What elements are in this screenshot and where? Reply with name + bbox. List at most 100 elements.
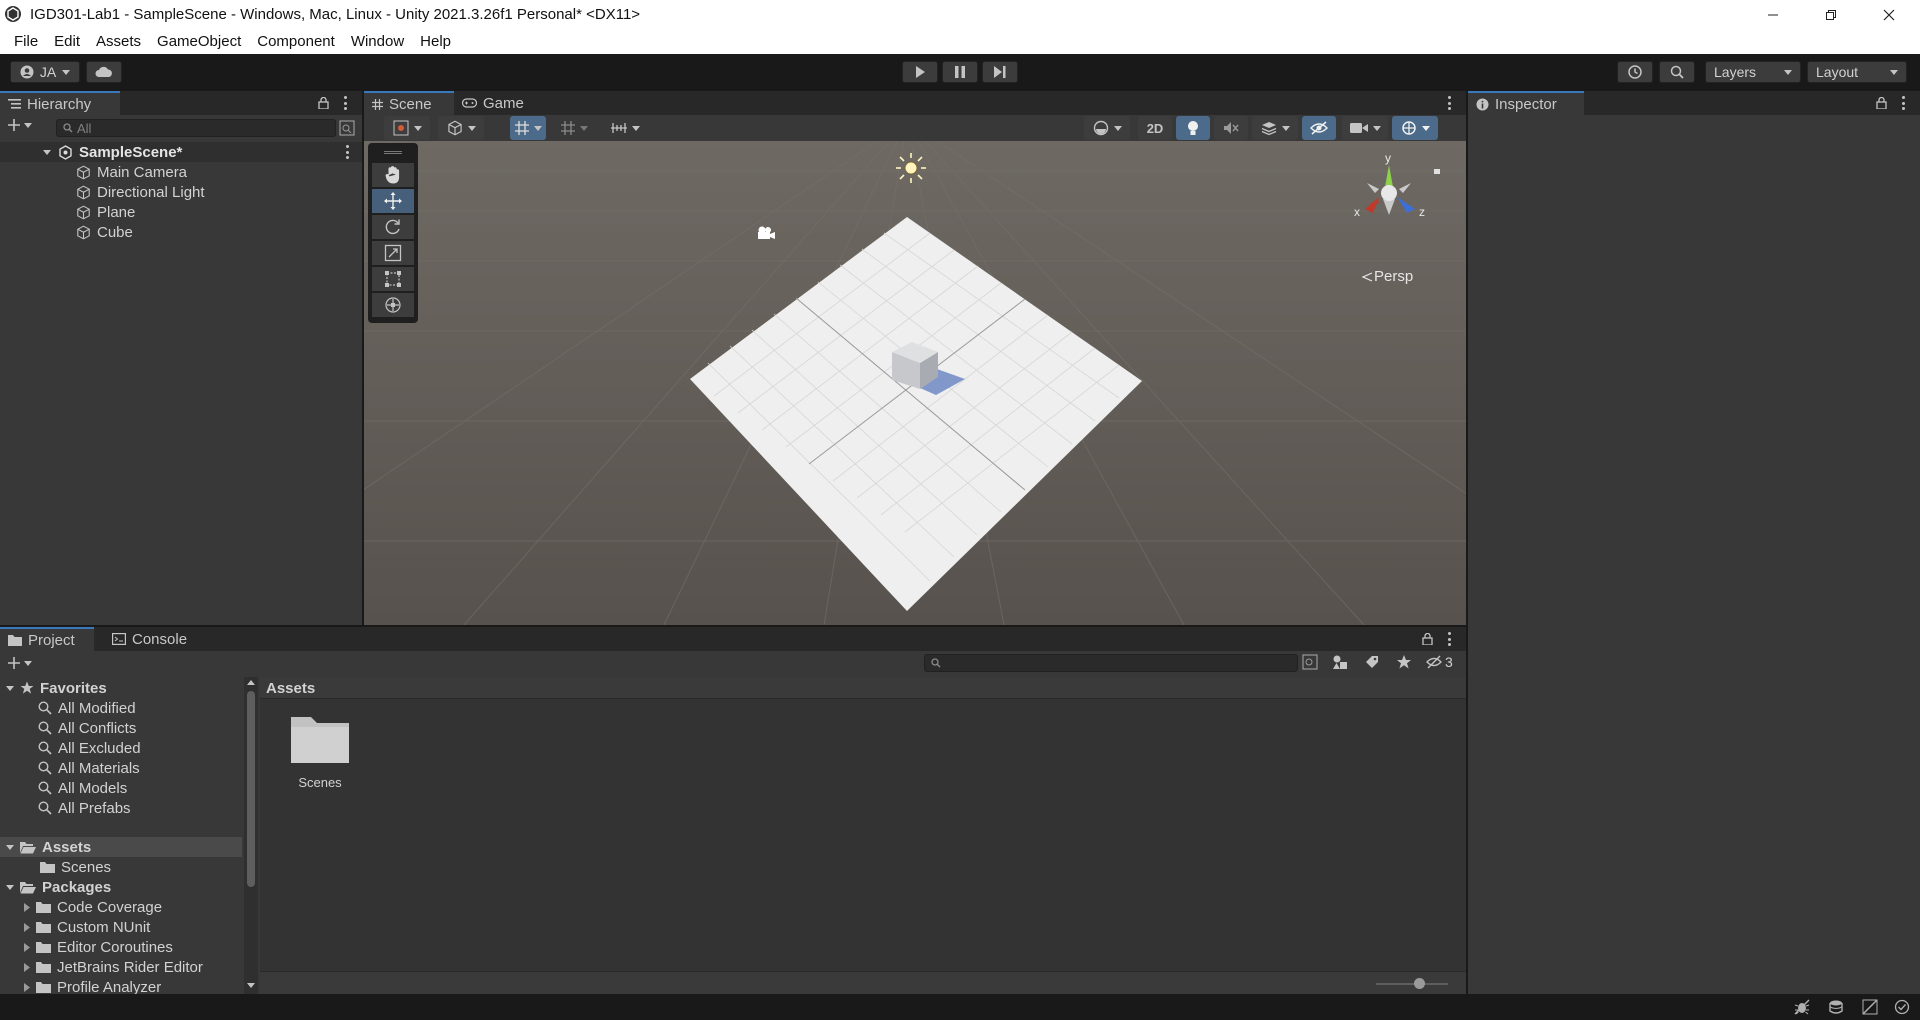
filter-by-type-icon[interactable]: [1332, 654, 1348, 670]
cloud-button[interactable]: [86, 61, 122, 83]
more-options-icon[interactable]: [346, 145, 350, 159]
step-button[interactable]: [982, 61, 1018, 83]
increment-snap-dropdown[interactable]: [602, 116, 648, 140]
create-button[interactable]: [8, 657, 32, 669]
search-button[interactable]: [1659, 61, 1695, 83]
lock-icon[interactable]: [318, 97, 329, 109]
lighting-toggle[interactable]: [1176, 116, 1210, 140]
lock-icon[interactable]: [1422, 633, 1433, 645]
drag-handle[interactable]: [384, 151, 402, 154]
favorites-header[interactable]: Favorites: [6, 678, 107, 698]
menu-edit[interactable]: Edit: [46, 33, 88, 50]
rotate-tool-button[interactable]: [372, 215, 414, 239]
package-custom-nunit[interactable]: Custom NUnit: [24, 917, 150, 937]
scale-tool-button[interactable]: [372, 241, 414, 265]
more-options-icon[interactable]: [1448, 96, 1452, 110]
check-status-icon[interactable]: [1894, 999, 1910, 1015]
pause-button[interactable]: [942, 61, 978, 83]
minimize-button[interactable]: [1744, 0, 1802, 29]
more-options-icon[interactable]: [344, 96, 348, 110]
cache-server-icon[interactable]: [1828, 999, 1844, 1015]
hierarchy-item-directional-light[interactable]: Directional Light: [76, 182, 205, 202]
project-search-input[interactable]: [924, 654, 1298, 672]
package-jetbrains-rider-editor[interactable]: JetBrains Rider Editor: [24, 957, 203, 977]
filter-by-label-icon[interactable]: [1364, 654, 1380, 670]
auto-generate-lighting-icon[interactable]: [1862, 999, 1878, 1015]
light-gizmo-icon[interactable]: [894, 151, 928, 185]
scroll-up-arrow-icon[interactable]: [247, 680, 255, 685]
favorite-all-models[interactable]: All Models: [38, 778, 127, 798]
grid-snap-toggle[interactable]: [510, 116, 546, 140]
tab-scene[interactable]: Scene: [364, 91, 454, 115]
undo-history-button[interactable]: [1617, 61, 1653, 83]
menu-gameobject[interactable]: GameObject: [149, 33, 249, 50]
restore-button[interactable]: [1802, 0, 1860, 29]
tree-scrollbar[interactable]: [244, 677, 258, 994]
projection-toggle[interactable]: Persp: [1362, 268, 1413, 285]
tab-console[interactable]: Console: [104, 627, 204, 651]
scrollbar-thumb[interactable]: [247, 691, 255, 887]
debug-mode-icon[interactable]: [1794, 999, 1810, 1015]
zoom-slider-thumb[interactable]: [1414, 978, 1425, 989]
menu-file[interactable]: File: [6, 33, 46, 50]
gizmos-dropdown[interactable]: [1392, 116, 1438, 140]
favorite-all-excluded[interactable]: All Excluded: [38, 738, 141, 758]
camera-gizmo-icon[interactable]: [755, 225, 777, 241]
favorite-all-materials[interactable]: All Materials: [38, 758, 140, 778]
folder-scenes[interactable]: Scenes: [40, 857, 111, 877]
search-scope-icon[interactable]: [339, 120, 355, 136]
favorite-star-icon[interactable]: [1396, 654, 1412, 670]
favorite-all-conflicts[interactable]: All Conflicts: [38, 718, 136, 738]
shading-mode-dropdown[interactable]: [1084, 116, 1130, 140]
tab-inspector[interactable]: Inspector: [1468, 91, 1584, 115]
snap-increment-dropdown[interactable]: [554, 116, 594, 140]
package-editor-coroutines[interactable]: Editor Coroutines: [24, 937, 173, 957]
move-tool-button[interactable]: [372, 189, 414, 213]
tab-game[interactable]: Game: [454, 91, 534, 115]
transform-tool-button[interactable]: [372, 293, 414, 317]
menu-window[interactable]: Window: [343, 33, 412, 50]
package-profile-analyzer[interactable]: Profile Analyzer: [24, 977, 161, 994]
hidden-packages-toggle[interactable]: 3: [1426, 654, 1453, 670]
hierarchy-item-plane[interactable]: Plane: [76, 202, 135, 222]
camera-dropdown[interactable]: [1342, 116, 1388, 140]
hierarchy-item-cube[interactable]: Cube: [76, 222, 133, 242]
scene-root-row[interactable]: SampleScene*: [0, 142, 362, 162]
asset-tile-scenes[interactable]: Scenes: [280, 713, 360, 803]
lock-icon[interactable]: [1876, 97, 1887, 109]
scene-viewport[interactable]: y x z Persp: [364, 141, 1466, 625]
hierarchy-search-input[interactable]: All: [56, 119, 336, 137]
scene-visibility-toggle[interactable]: [1302, 116, 1336, 140]
tab-project[interactable]: Project: [0, 627, 94, 651]
packages-folder-row[interactable]: Packages: [6, 877, 111, 897]
effects-dropdown[interactable]: [1252, 116, 1298, 140]
favorite-all-prefabs[interactable]: All Prefabs: [38, 798, 131, 818]
hierarchy-item-main-camera[interactable]: Main Camera: [76, 162, 187, 182]
layout-dropdown[interactable]: Layout: [1807, 61, 1907, 83]
menu-component[interactable]: Component: [249, 33, 343, 50]
more-options-icon[interactable]: [1902, 96, 1906, 110]
hand-tool-button[interactable]: [372, 163, 414, 187]
layers-dropdown[interactable]: Layers: [1705, 61, 1801, 83]
close-button[interactable]: [1860, 0, 1918, 29]
account-button[interactable]: JA: [10, 61, 80, 83]
toggle-2d-button[interactable]: 2D: [1138, 116, 1172, 140]
scroll-down-arrow-icon[interactable]: [247, 983, 255, 988]
assets-folder-row[interactable]: Assets: [0, 837, 242, 857]
play-button[interactable]: [902, 61, 938, 83]
favorite-all-modified[interactable]: All Modified: [38, 698, 136, 718]
menu-assets[interactable]: Assets: [88, 33, 149, 50]
create-button[interactable]: [8, 119, 32, 131]
more-options-icon[interactable]: [1448, 632, 1452, 646]
zoom-slider[interactable]: [1376, 978, 1448, 989]
menu-help[interactable]: Help: [412, 33, 459, 50]
breadcrumb[interactable]: Assets: [266, 680, 315, 697]
package-code-coverage[interactable]: Code Coverage: [24, 897, 162, 917]
render-mode-dropdown[interactable]: [438, 116, 484, 140]
rect-tool-button[interactable]: [372, 267, 414, 291]
search-scope-icon[interactable]: [1302, 654, 1318, 670]
draw-mode-dropdown[interactable]: [384, 116, 430, 140]
orientation-gizmo[interactable]: y x z: [1349, 151, 1449, 233]
tab-hierarchy[interactable]: Hierarchy: [0, 91, 120, 115]
audio-toggle[interactable]: [1214, 116, 1248, 140]
